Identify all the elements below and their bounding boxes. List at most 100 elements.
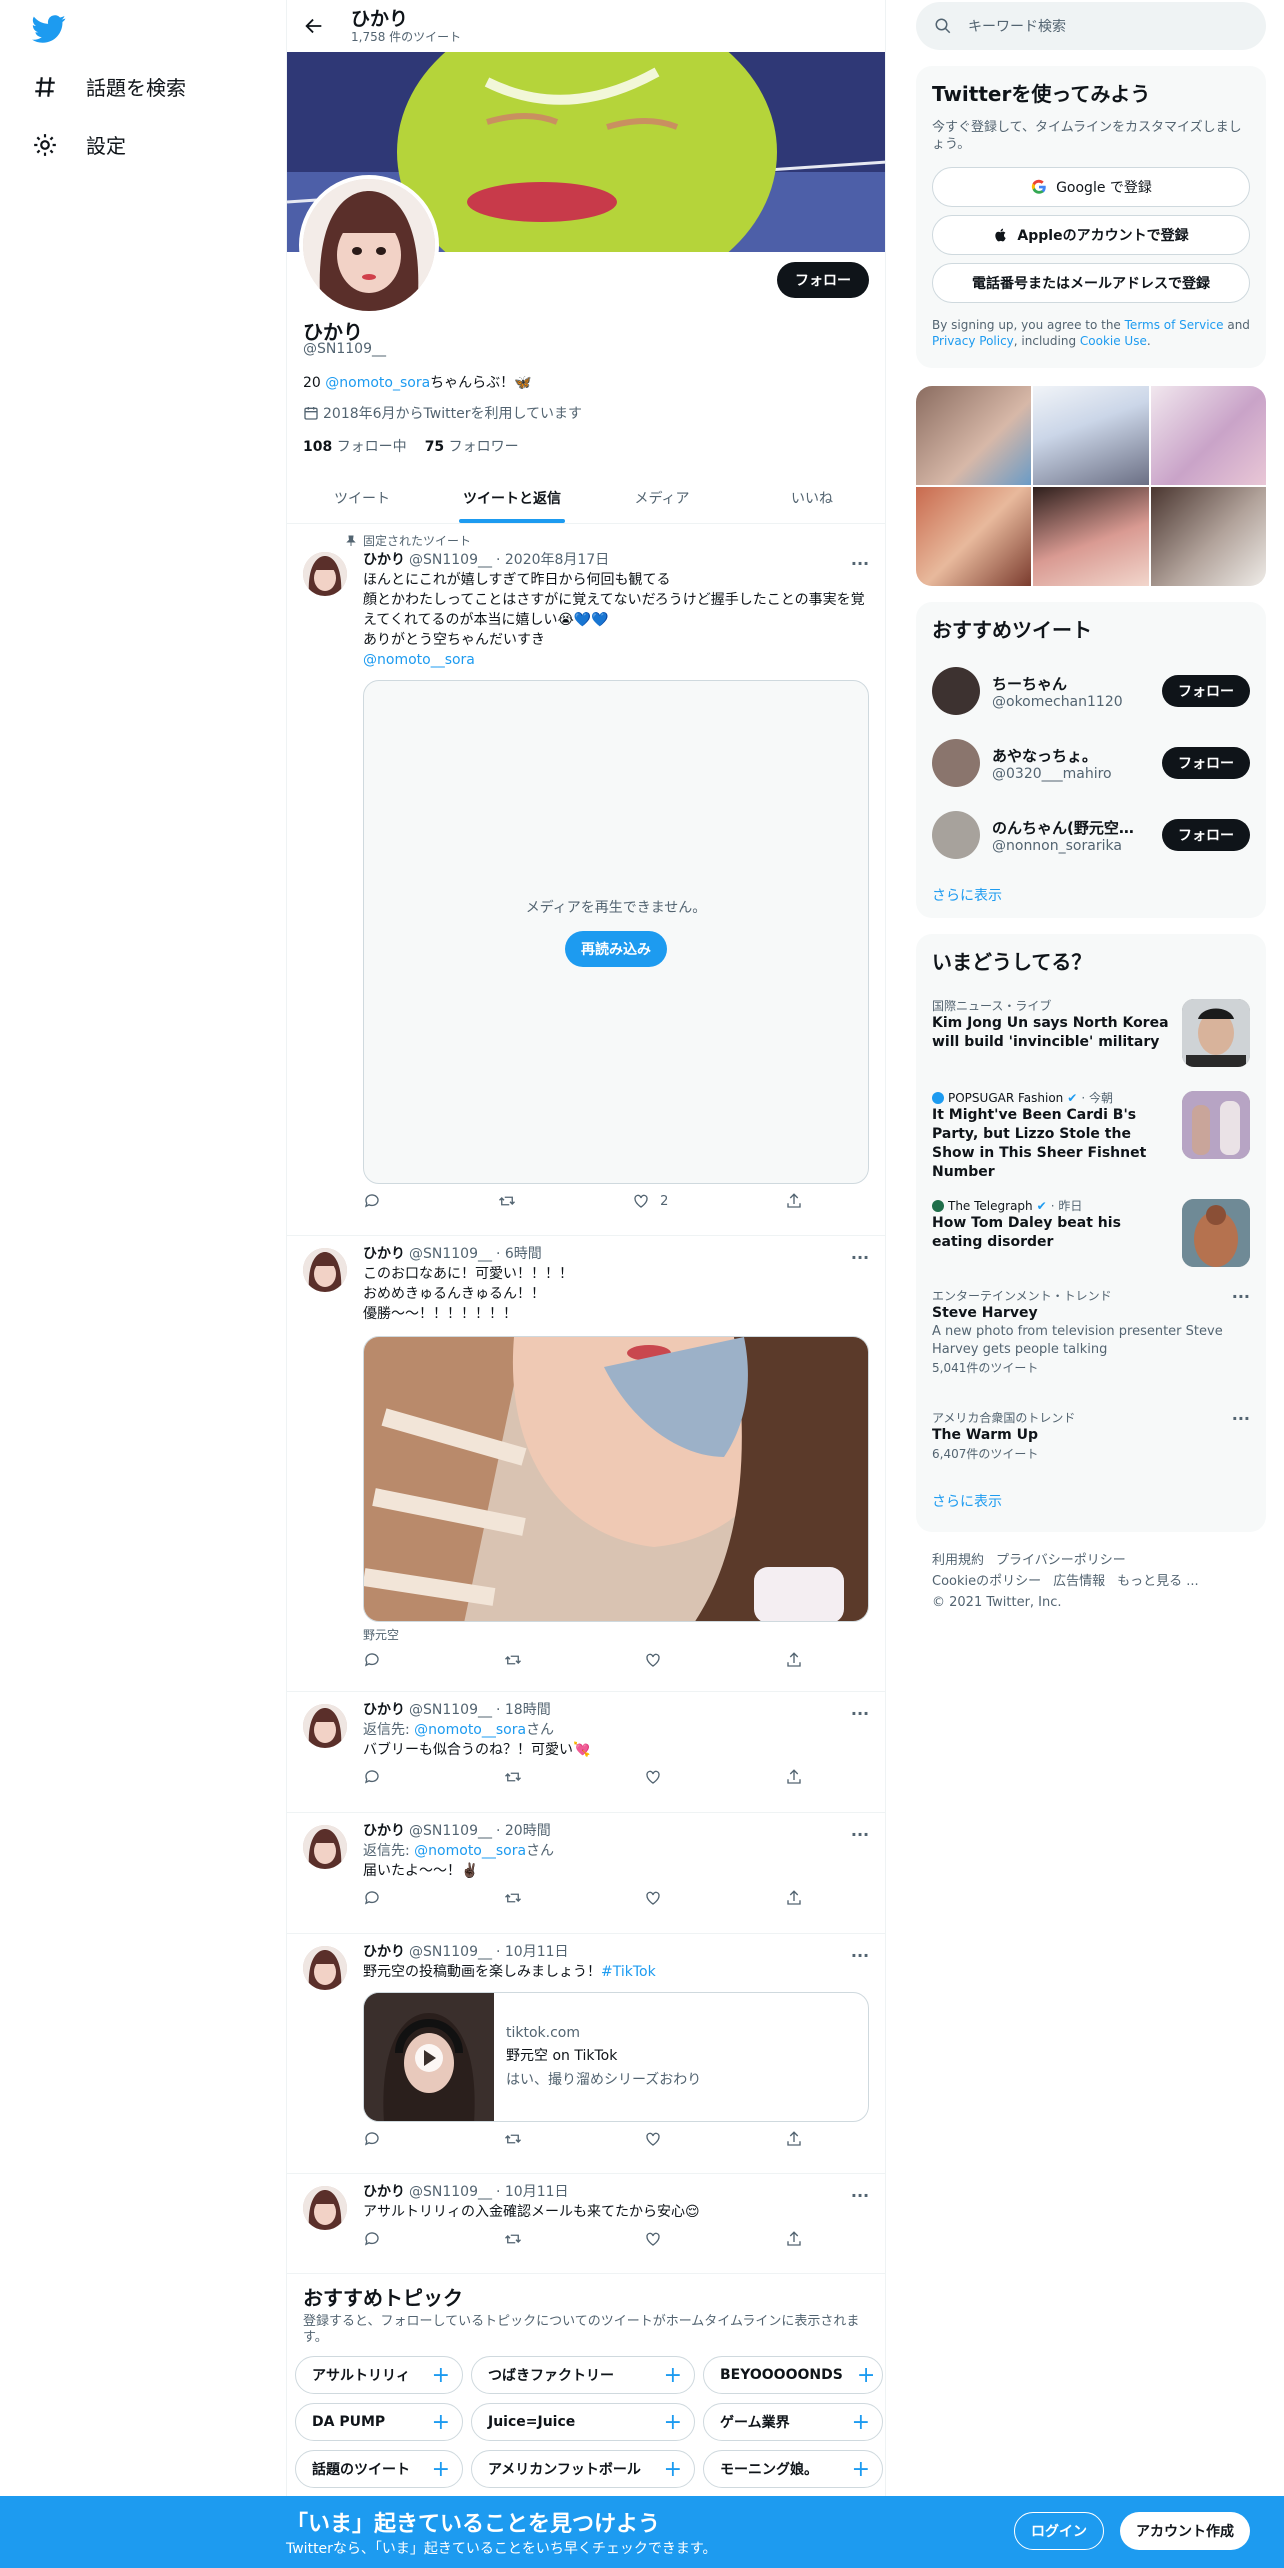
topic-pill[interactable]: DA PUMP + [295, 2403, 463, 2441]
trend-item[interactable]: アメリカ合衆国のトレンド ··· The Warm Up 6,407件のツイート [916, 1399, 1266, 1477]
plus-icon[interactable]: + [852, 2457, 870, 2482]
user-suggestion[interactable]: のんちゃん(野元空生誕祭…@nonnon_sorarika フォロー [916, 799, 1266, 871]
more-icon[interactable]: ··· [1232, 1409, 1250, 1428]
topic-pill[interactable]: ゲーム業界 + [703, 2403, 883, 2441]
tweet-author-handle[interactable]: @SN1109__ [409, 1700, 492, 1720]
back-arrow-icon[interactable] [303, 15, 325, 37]
like-button[interactable]: 2 [632, 1192, 668, 1210]
topic-pill[interactable]: Juice=Juice + [471, 2403, 695, 2441]
tweet-author-handle[interactable]: @SN1109__ [409, 1821, 492, 1841]
tweet-item[interactable]: ··· ひかり @SN1109__ · 10月11日 野元空の投稿動画を楽しみま… [287, 1934, 885, 2174]
follow-button[interactable]: フォロー [1162, 747, 1250, 779]
media-thumbnail[interactable] [1033, 487, 1149, 586]
tweet-author-name[interactable]: ひかり [363, 1942, 405, 1962]
like-button[interactable] [644, 2130, 662, 2148]
retweet-button[interactable] [504, 2230, 522, 2248]
reply-button[interactable] [363, 1768, 381, 1786]
tweet-time[interactable]: · 10月11日 [496, 2182, 569, 2202]
twitter-logo-icon[interactable] [32, 12, 66, 46]
signup-button[interactable]: アカウント作成 [1120, 2512, 1250, 2550]
tweet-time[interactable]: · 18時間 [496, 1700, 551, 1720]
tab-likes[interactable]: いいね [737, 472, 885, 523]
plus-icon[interactable]: + [664, 2457, 682, 2482]
followers-link[interactable]: 75 フォロワー [425, 436, 519, 456]
user-suggestion[interactable]: あやなっちょ。 @0320___mahiro フォロー [916, 727, 1266, 799]
reply-to-link[interactable]: @nomoto__sora [414, 1843, 526, 1859]
show-more-link[interactable]: さらに表示 [916, 871, 1266, 919]
reply-button[interactable] [363, 1651, 381, 1669]
topic-pill[interactable]: 話題のツイート + [295, 2450, 463, 2488]
plus-icon[interactable]: + [857, 2363, 875, 2388]
tweet-author-name[interactable]: ひかり [363, 1821, 405, 1841]
reload-button[interactable]: 再読み込み [565, 931, 667, 967]
plus-icon[interactable]: + [432, 2410, 450, 2435]
more-icon[interactable]: ··· [849, 2184, 871, 2206]
tweet-item[interactable]: ··· ひかり @SN1109__ · 6時間 このお口なあに！可愛い！！！！ … [287, 1236, 885, 1692]
hashtag-link[interactable]: #TikTok [601, 1964, 656, 1980]
nav-settings[interactable]: 設定 [32, 130, 126, 159]
media-grid[interactable] [916, 386, 1266, 586]
topic-pill[interactable]: つばきファクトリー + [471, 2356, 695, 2394]
footer-terms-link[interactable]: 利用規約 [932, 1553, 984, 1568]
terms-of-service-link[interactable]: Terms of Service [1125, 318, 1224, 332]
avatar[interactable] [932, 739, 980, 787]
nav-explore[interactable]: 話題を検索 [32, 72, 186, 101]
avatar[interactable] [303, 1946, 347, 1990]
tweet-time[interactable]: · 2020年8月17日 [496, 550, 609, 570]
tweet-author-handle[interactable]: @SN1109__ [409, 1942, 492, 1962]
tweet-pinned[interactable]: 固定されたツイート ··· ひかり @SN1109__ · 2020年8月17日… [287, 524, 885, 1236]
share-button[interactable] [785, 2130, 803, 2148]
user-suggestion[interactable]: ちーちゃん @okomechan1120 フォロー [916, 655, 1266, 727]
google-signup-button[interactable]: Google で登録 [932, 167, 1250, 207]
avatar[interactable] [303, 1825, 347, 1869]
more-icon[interactable]: ··· [1232, 1287, 1250, 1306]
tab-tweets-and-replies[interactable]: ツイートと返信 [437, 472, 587, 523]
phone-signup-button[interactable]: 電話番号またはメールアドレスで登録 [932, 263, 1250, 303]
more-icon[interactable]: ··· [849, 552, 871, 574]
login-button[interactable]: ログイン [1014, 2512, 1104, 2550]
share-button[interactable] [785, 1192, 803, 1210]
reply-to-link[interactable]: @nomoto__sora [414, 1722, 526, 1738]
share-button[interactable] [785, 1768, 803, 1786]
share-button[interactable] [785, 1651, 803, 1669]
footer-more-link[interactable]: もっと見る ... [1117, 1574, 1199, 1589]
trend-item[interactable]: 国際ニュース・ライブ Kim Jong Un says North Korea … [916, 987, 1266, 1079]
retweet-button[interactable] [504, 2130, 522, 2148]
share-button[interactable] [785, 1889, 803, 1907]
reply-button[interactable] [363, 2130, 381, 2148]
plus-icon[interactable]: + [664, 2363, 682, 2388]
tweet-item[interactable]: ··· ひかり @SN1109__ · 10月11日 アサルトリリィの入金確認メ… [287, 2174, 885, 2274]
reply-button[interactable] [363, 2230, 381, 2248]
retweet-button[interactable] [498, 1192, 516, 1210]
tweet-author-name[interactable]: ひかり [363, 550, 405, 570]
tweet-item[interactable]: ··· ひかり @SN1109__ · 18時間 返信先: @nomoto__s… [287, 1692, 885, 1813]
search-input[interactable]: キーワード検索 [916, 2, 1266, 50]
topic-pill[interactable]: アメリカンフットボール + [471, 2450, 695, 2488]
follow-button[interactable]: フォロー [1162, 675, 1250, 707]
follow-button[interactable]: フォロー [777, 262, 869, 298]
share-button[interactable] [785, 2230, 803, 2248]
bio-mention-link[interactable]: @nomoto_sora [325, 375, 430, 391]
tab-media[interactable]: メディア [587, 472, 737, 523]
tweet-author-handle[interactable]: @SN1109__ [409, 1244, 492, 1264]
avatar[interactable] [303, 2186, 347, 2230]
plus-icon[interactable]: + [432, 2457, 450, 2482]
show-more-link[interactable]: さらに表示 [916, 1477, 1266, 1525]
media-thumbnail[interactable] [1150, 386, 1266, 485]
more-icon[interactable]: ··· [849, 1246, 871, 1268]
following-link[interactable]: 108 フォロー中 [303, 436, 407, 456]
topic-pill[interactable]: モーニング娘。 + [703, 2450, 883, 2488]
avatar[interactable] [303, 1704, 347, 1748]
tweet-time[interactable]: · 10月11日 [496, 1942, 569, 1962]
tweet-time[interactable]: · 20時間 [496, 1821, 551, 1841]
reply-button[interactable] [363, 1889, 381, 1907]
more-icon[interactable]: ··· [849, 1944, 871, 1966]
tweet-author-name[interactable]: ひかり [363, 1700, 405, 1720]
cookie-use-link[interactable]: Cookie Use [1080, 334, 1147, 348]
apple-signup-button[interactable]: Appleのアカウントで登録 [932, 215, 1250, 255]
tweet-author-handle[interactable]: @SN1109__ [409, 550, 492, 570]
tweet-time[interactable]: · 6時間 [496, 1244, 542, 1264]
footer-ads-link[interactable]: 広告情報 [1053, 1574, 1105, 1589]
plus-icon[interactable]: + [432, 2363, 450, 2388]
retweet-button[interactable] [504, 1651, 522, 1669]
